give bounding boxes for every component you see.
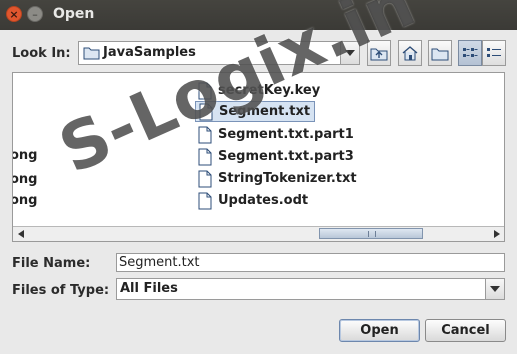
look-in-label: Look In:: [12, 46, 71, 61]
new-folder-button[interactable]: [428, 40, 452, 66]
minimize-icon: –: [32, 7, 38, 21]
folder-up-icon: [370, 48, 388, 61]
look-in-combo[interactable]: JavaSamples: [78, 41, 360, 65]
file-item[interactable]: secretKey.key: [197, 80, 320, 101]
minimize-window-button[interactable]: –: [27, 6, 43, 22]
folder-icon: [83, 47, 100, 60]
file-name: Updates.odt: [218, 193, 309, 208]
file-icon: [198, 82, 212, 99]
look-in-dropdown-button[interactable]: [340, 42, 359, 64]
title-bar: × – Open: [0, 0, 517, 30]
details-view-button[interactable]: [482, 40, 506, 66]
look-in-value: JavaSamples: [103, 45, 196, 60]
file-icon: [198, 126, 212, 143]
partial-file-name[interactable]: ong: [13, 193, 38, 208]
home-icon: [402, 46, 418, 61]
list-view-button[interactable]: [458, 40, 482, 66]
file-name: Segment.txt.part1: [218, 127, 354, 142]
scrollbar-thumb[interactable]: [319, 228, 423, 239]
files-of-type-dropdown-button[interactable]: [485, 279, 504, 299]
files-of-type-value: All Files: [120, 281, 178, 296]
file-name: Segment.txt.part3: [218, 149, 354, 164]
file-item-selected[interactable]: Segment.txt: [195, 101, 316, 122]
file-name: Segment.txt: [219, 104, 311, 119]
files-of-type-label: Files of Type:: [12, 283, 110, 298]
file-item[interactable]: Segment.txt.part3: [197, 146, 354, 167]
home-button[interactable]: [398, 40, 422, 66]
chevron-right-icon: [493, 230, 500, 238]
file-item[interactable]: Segment.txt.part1: [197, 124, 354, 145]
file-name-label: File Name:: [12, 256, 91, 271]
grip-icon: [368, 231, 376, 237]
partial-file-name[interactable]: ong: [13, 148, 38, 163]
scroll-left-button[interactable]: [13, 227, 28, 241]
files-of-type-combo[interactable]: All Files: [116, 278, 505, 300]
close-window-button[interactable]: ×: [6, 6, 22, 22]
file-name-input[interactable]: Segment.txt: [116, 253, 505, 272]
file-icon: [198, 148, 212, 165]
horizontal-scrollbar[interactable]: [13, 226, 504, 241]
scroll-right-button[interactable]: [489, 227, 504, 241]
file-item[interactable]: StringTokenizer.txt: [197, 168, 357, 189]
file-icon: [199, 103, 213, 120]
chevron-down-icon: [490, 286, 500, 292]
cancel-button[interactable]: Cancel: [425, 319, 506, 342]
chevron-down-icon: [345, 50, 355, 56]
file-item[interactable]: Updates.odt: [197, 190, 308, 211]
up-one-level-button[interactable]: [367, 40, 391, 66]
file-icon: [198, 192, 212, 209]
file-icon: [198, 170, 212, 187]
file-name: secretKey.key: [218, 83, 321, 98]
file-list[interactable]: ong ong ong secretKey.key Segment.txt Se…: [12, 72, 505, 242]
open-button[interactable]: Open: [339, 319, 420, 342]
file-name: StringTokenizer.txt: [218, 171, 357, 186]
chevron-left-icon: [17, 230, 24, 238]
window-title: Open: [53, 6, 95, 22]
close-icon: ×: [9, 7, 19, 21]
details-view-icon: [487, 48, 501, 57]
new-folder-icon: [431, 48, 449, 61]
partial-file-name[interactable]: ong: [13, 172, 38, 187]
list-view-icon: [463, 48, 478, 57]
